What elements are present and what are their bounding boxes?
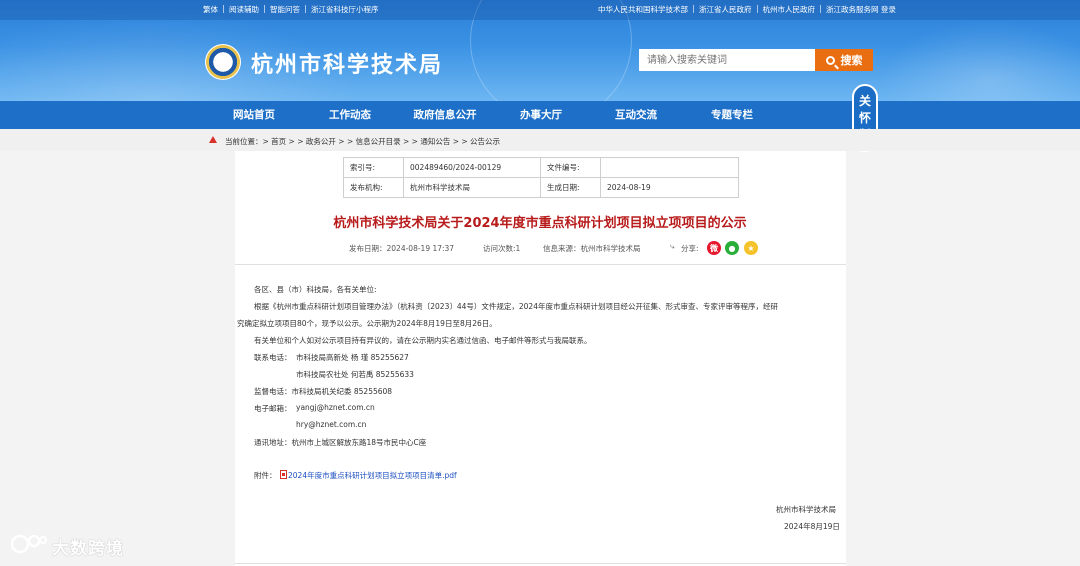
- signature-organization: 杭州市科学技术局: [776, 505, 836, 514]
- divider: [235, 563, 846, 564]
- nav-item-special-topics[interactable]: 专题专栏: [684, 101, 780, 129]
- header-decoration: [880, 20, 1080, 101]
- docno-value: [600, 157, 739, 178]
- top-links-left: 繁体 阅读辅助 智能问答 浙江省科技厅小程序: [203, 4, 379, 15]
- nav-item-services[interactable]: 办事大厅: [493, 101, 589, 129]
- link-most[interactable]: 中华人民共和国科学技术部: [598, 4, 688, 15]
- phone-label: 联系电话：: [254, 353, 292, 362]
- index-value: 002489460/2024-00129: [403, 157, 541, 178]
- body-paragraph-1-line-2: 究确定拟立项项目80个，现予以公示。公示期为2024年8月19日至8月26日。: [237, 319, 497, 328]
- nav-item-work-news[interactable]: 工作动态: [302, 101, 398, 129]
- supervision-phone: 监督电话：市科技局机关纪委 85255608: [254, 387, 393, 396]
- email-1[interactable]: yangj@hznet.com.cn: [296, 403, 375, 412]
- visit-count: 访问次数:1: [483, 244, 521, 253]
- phone-contact-1: 市科技局高新处 杨 瑾 85255627: [296, 353, 409, 362]
- share-icon: ⤷: [670, 242, 675, 251]
- emblem-logo-icon[interactable]: [205, 44, 241, 80]
- top-utility-bar: [0, 0, 1080, 20]
- nav-item-home[interactable]: 网站首页: [206, 101, 302, 129]
- search-icon: [825, 55, 835, 65]
- main-nav: 网站首页 工作动态 政府信息公开 办事大厅 互动交流 专题专栏: [0, 101, 1080, 129]
- top-links-right: 中华人民共和国科学技术部 浙江省人民政府 杭州市人民政府 浙江政务服务网 登录: [598, 4, 896, 15]
- link-reading-aid[interactable]: 阅读辅助: [229, 4, 259, 15]
- link-hangzhou-gov[interactable]: 杭州市人民政府: [763, 4, 816, 15]
- signature-date: 2024年8月19日: [784, 522, 840, 531]
- wechat-icon[interactable]: ●: [725, 241, 739, 255]
- search-input[interactable]: [639, 49, 815, 71]
- docno-label: 文件编号:: [540, 157, 601, 178]
- attachment-label: 附件：: [254, 471, 277, 480]
- attachment-link[interactable]: 2024年度市重点科研计划项目拟立项项目清单.pdf: [288, 470, 457, 481]
- breadcrumb-text[interactable]: 当前位置：> 首页 > > 政务公开 > > 信息公开目录 > > 通知公告 >…: [225, 136, 500, 147]
- article-title: 杭州市科学技术局关于2024年度市重点科研计划项目拟立项项目的公示: [333, 216, 747, 231]
- mailing-address: 通讯地址：杭州市上城区解放东路18号市民中心C座: [254, 438, 427, 447]
- publish-date: 发布日期：2024-08-19 17:37: [349, 244, 455, 253]
- link-smart-qa[interactable]: 智能问答: [270, 4, 300, 15]
- date-value: 2024-08-19: [600, 177, 739, 198]
- body-paragraph-2: 有关单位和个人如对公示项目持有异议的，请在公示期内实名通过信函、电子邮件等形式与…: [254, 336, 592, 345]
- watermark-text: 大数跨境: [52, 539, 124, 559]
- location-icon: [209, 136, 217, 143]
- link-mini-program[interactable]: 浙江省科技厅小程序: [311, 4, 379, 15]
- body-paragraph-1-line-1: 根据《杭州市重点科研计划项目管理办法》（杭科资〔2023〕44号）文件规定，20…: [254, 302, 778, 311]
- nav-item-interaction[interactable]: 互动交流: [588, 101, 684, 129]
- metadata-table: 索引号: 002489460/2024-00129 文件编号: 发布机构: 杭州…: [343, 157, 739, 198]
- publisher-value: 杭州市科学技术局: [403, 177, 541, 198]
- qzone-icon[interactable]: ★: [744, 241, 758, 255]
- divider: [235, 264, 846, 265]
- body-greeting: 各区、县（市）科技局，各有关单位:: [254, 285, 377, 294]
- site-title[interactable]: 杭州市科学技术局: [251, 47, 443, 79]
- site-header: [0, 0, 1080, 101]
- index-label: 索引号:: [343, 157, 404, 178]
- link-traditional-chinese[interactable]: 繁体: [203, 4, 218, 15]
- care-mode-char: 怀: [858, 110, 871, 125]
- link-zhejiang-gov[interactable]: 浙江省人民政府: [699, 4, 752, 15]
- search-button-label: 搜索: [840, 54, 863, 67]
- link-zjzwfw-login[interactable]: 浙江政务服务网 登录: [826, 4, 896, 15]
- phone-contact-2: 市科技局农社处 何若禹 85255633: [296, 370, 414, 379]
- weibo-icon[interactable]: 微: [707, 241, 721, 255]
- breadcrumb: [0, 129, 1080, 151]
- info-source: 信息来源：杭州市科学技术局: [543, 244, 641, 253]
- date-label: 生成日期:: [540, 177, 601, 198]
- publisher-label: 发布机构:: [343, 177, 404, 198]
- nav-item-gov-info[interactable]: 政府信息公开: [397, 101, 493, 129]
- care-mode-char: 关: [858, 93, 871, 108]
- email-2[interactable]: hry@hznet.com.cn: [296, 420, 366, 429]
- watermark-logo-icon: [10, 534, 47, 554]
- search-button[interactable]: 搜索: [815, 49, 873, 71]
- pdf-icon: [280, 470, 287, 479]
- email-label: 电子邮箱：: [254, 404, 292, 413]
- share-label: 分享:: [681, 244, 699, 253]
